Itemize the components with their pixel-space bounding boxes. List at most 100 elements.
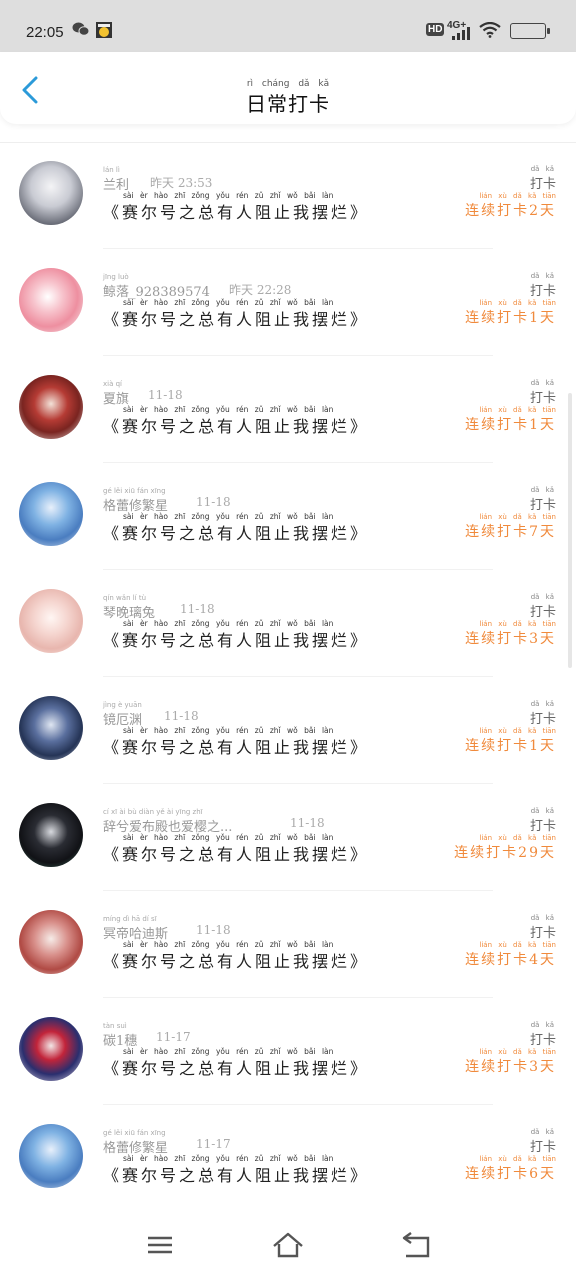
checkin-label-pinyin: dǎ kǎ: [530, 700, 554, 708]
streak-pinyin: lián xù dǎ kǎ tiān: [479, 299, 556, 307]
checkin-label: 打卡: [529, 1033, 556, 1048]
user-name-pinyin: jìng è yuān: [103, 701, 142, 709]
user-name-pinyin: jīng luò: [103, 273, 129, 281]
list-item[interactable]: lán lì 兰利 昨天 23:53 sài èr hào zhī zǒng y…: [0, 142, 576, 249]
streak-pinyin: lián xù dǎ kǎ tiān: [479, 406, 556, 414]
checkin-label-pinyin: dǎ kǎ: [530, 1021, 554, 1029]
back-icon[interactable]: [398, 1230, 434, 1260]
checkin-label: 打卡: [529, 1140, 556, 1155]
checkin-label-pinyin: dǎ kǎ: [530, 1128, 554, 1136]
user-name-pinyin: tàn suì: [103, 1022, 127, 1030]
checkin-label-pinyin: dǎ kǎ: [530, 272, 554, 280]
user-name-pinyin: gé lěi xiū fán xīng: [103, 1129, 166, 1137]
book-title[interactable]: 《赛尔号之总有人阻止我摆烂》: [103, 734, 369, 758]
checkin-label: 打卡: [529, 819, 556, 834]
list-item[interactable]: cí xī ài bù diàn yě ài yīng zhī 辞兮爱布殿也爱樱…: [0, 784, 576, 891]
user-name-pinyin: qín wǎn lí tù: [103, 594, 147, 602]
streak-pinyin: lián xù dǎ kǎ tiān: [479, 1155, 556, 1163]
hd-badge: HD: [426, 23, 445, 36]
book-title[interactable]: 《赛尔号之总有人阻止我摆烂》: [103, 627, 369, 651]
streak-pinyin: lián xù dǎ kǎ tiān: [479, 834, 556, 842]
checkin-label: 打卡: [529, 498, 556, 513]
streak-pinyin: lián xù dǎ kǎ tiān: [479, 192, 556, 200]
streak-days: 连续打卡1天: [465, 738, 556, 754]
streak-days: 连续打卡6天: [465, 1166, 556, 1182]
avatar[interactable]: [19, 589, 83, 653]
avatar[interactable]: [19, 482, 83, 546]
system-nav-bar: [0, 1212, 576, 1280]
checkin-time: 昨天 23:53: [150, 176, 213, 190]
app-header: rì cháng dǎ kǎ 日常打卡: [0, 52, 576, 124]
streak-days: 连续打卡7天: [465, 524, 556, 540]
checkin-label: 打卡: [529, 391, 556, 406]
list-item[interactable]: míng dì hā dí sī 冥帝哈迪斯 11-18 sài èr hào …: [0, 891, 576, 998]
user-name-pinyin: lán lì: [103, 166, 120, 174]
list-item[interactable]: jīng luò 鲸落_928389574 昨天 22:28 sài èr hà…: [0, 249, 576, 356]
streak-pinyin: lián xù dǎ kǎ tiān: [479, 727, 556, 735]
book-title[interactable]: 《赛尔号之总有人阻止我摆烂》: [103, 199, 369, 223]
book-title[interactable]: 《赛尔号之总有人阻止我摆烂》: [103, 841, 369, 865]
avatar[interactable]: [19, 268, 83, 332]
battery-icon: [510, 23, 550, 39]
book-title[interactable]: 《赛尔号之总有人阻止我摆烂》: [103, 1055, 369, 1079]
avatar[interactable]: [19, 1124, 83, 1188]
streak-days: 连续打卡1天: [465, 310, 556, 326]
list-item[interactable]: xià qí 夏旗 11-18 sài èr hào zhī zǒng yǒu …: [0, 356, 576, 463]
checkin-time: 11-17: [156, 1030, 191, 1044]
streak-pinyin: lián xù dǎ kǎ tiān: [479, 513, 556, 521]
wifi-icon: [479, 21, 501, 42]
signal-icon: [452, 26, 474, 40]
avatar[interactable]: [19, 1017, 83, 1081]
checkin-time: 11-18: [164, 709, 199, 723]
checkin-label-pinyin: dǎ kǎ: [530, 165, 554, 173]
avatar[interactable]: [19, 803, 83, 867]
wechat-icon: [72, 22, 90, 40]
checkin-time: 11-18: [148, 388, 183, 402]
avatar[interactable]: [19, 161, 83, 225]
avatar[interactable]: [19, 375, 83, 439]
checkin-label-pinyin: dǎ kǎ: [530, 379, 554, 387]
checkin-label: 打卡: [529, 284, 556, 299]
streak-pinyin: lián xù dǎ kǎ tiān: [479, 1048, 556, 1056]
list-item[interactable]: qín wǎn lí tù 琴晚璃兔 11-18 sài èr hào zhī …: [0, 570, 576, 677]
checkin-time: 11-18: [290, 816, 325, 830]
book-title[interactable]: 《赛尔号之总有人阻止我摆烂》: [103, 306, 369, 330]
avatar[interactable]: [19, 910, 83, 974]
checkin-time: 11-18: [196, 923, 231, 937]
page-title: 日常打卡: [246, 92, 330, 116]
book-title[interactable]: 《赛尔号之总有人阻止我摆烂》: [103, 948, 369, 972]
list-item[interactable]: jìng è yuān 镜厄渊 11-18 sài èr hào zhī zǒn…: [0, 677, 576, 784]
checkin-time: 11-17: [196, 1137, 231, 1151]
streak-pinyin: lián xù dǎ kǎ tiān: [479, 620, 556, 628]
streak-days: 连续打卡4天: [465, 952, 556, 968]
status-time: 22:05: [26, 24, 64, 41]
checkin-label: 打卡: [529, 605, 556, 620]
checkin-label: 打卡: [529, 177, 556, 192]
streak-days: 连续打卡3天: [465, 631, 556, 647]
avatar[interactable]: [19, 696, 83, 760]
checkin-label-pinyin: dǎ kǎ: [530, 593, 554, 601]
checkin-time: 11-18: [196, 495, 231, 509]
book-title[interactable]: 《赛尔号之总有人阻止我摆烂》: [103, 413, 369, 437]
list-item[interactable]: tàn suì 碳1穗 11-17 sài èr hào zhī zǒng yǒ…: [0, 998, 576, 1105]
list-item[interactable]: gé lěi xiū fán xīng 格蕾修繁星 11-18 sài èr h…: [0, 463, 576, 570]
streak-days: 连续打卡3天: [465, 1059, 556, 1075]
checkin-label: 打卡: [529, 712, 556, 727]
user-name-pinyin: míng dì hā dí sī: [103, 915, 157, 923]
streak-days: 连续打卡1天: [465, 417, 556, 433]
checkin-label: 打卡: [529, 926, 556, 941]
menu-icon[interactable]: [142, 1230, 178, 1260]
book-title[interactable]: 《赛尔号之总有人阻止我摆烂》: [103, 1162, 369, 1186]
home-icon[interactable]: [270, 1230, 306, 1260]
checkin-time: 昨天 22:28: [229, 283, 292, 297]
app-notification-icon: [96, 22, 112, 42]
checkin-label-pinyin: dǎ kǎ: [530, 914, 554, 922]
book-title[interactable]: 《赛尔号之总有人阻止我摆烂》: [103, 520, 369, 544]
user-name-pinyin: xià qí: [103, 380, 122, 388]
streak-days: 连续打卡2天: [465, 203, 556, 219]
scrollbar[interactable]: [568, 393, 572, 668]
list-item[interactable]: gé lěi xiū fán xīng 格蕾修繁星 11-17 sài èr h…: [0, 1105, 576, 1212]
streak-pinyin: lián xù dǎ kǎ tiān: [479, 941, 556, 949]
checkin-label-pinyin: dǎ kǎ: [530, 807, 554, 815]
checkin-label-pinyin: dǎ kǎ: [530, 486, 554, 494]
